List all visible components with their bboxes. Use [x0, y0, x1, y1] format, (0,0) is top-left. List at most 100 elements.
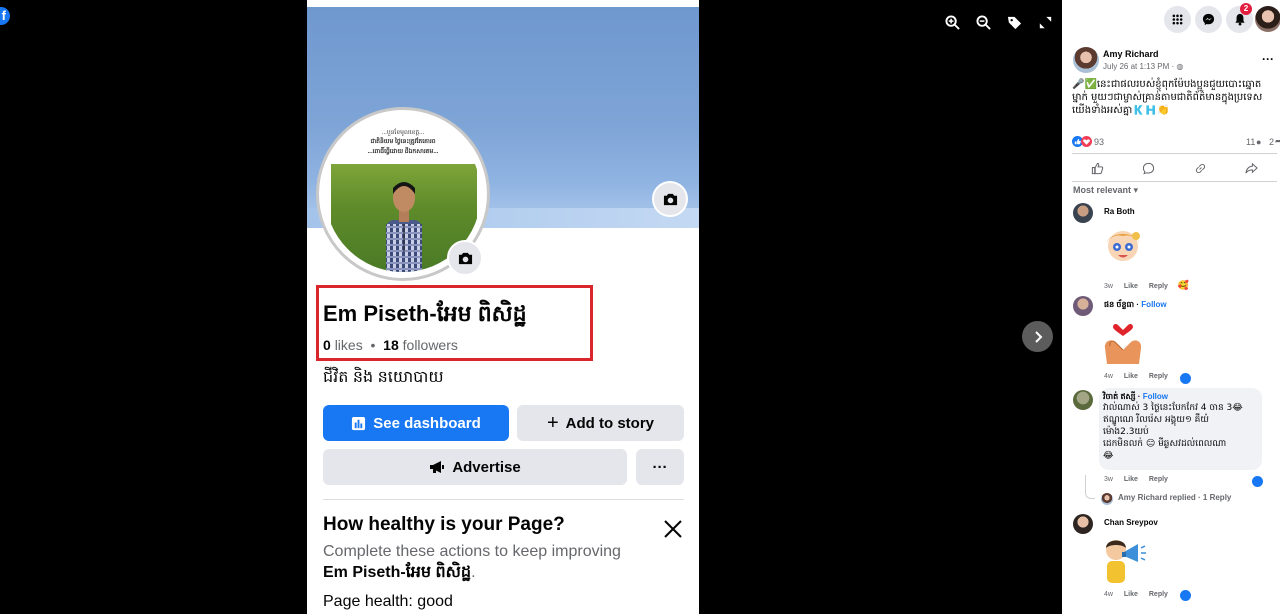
- comment-line: 😂: [1103, 451, 1114, 461]
- advertise-button[interactable]: Advertise: [323, 449, 627, 485]
- comment-like-button[interactable]: Like: [1124, 373, 1138, 380]
- author-avatar[interactable]: [1073, 47, 1099, 73]
- comment-text: វាល់ណាស់ 3 ថ្ងៃនេះបែកកែវ 4 ចាន 3😂 ឥណ្ឌូណ…: [1103, 402, 1261, 462]
- fullscreen-icon[interactable]: [1036, 13, 1055, 32]
- followers-label: followers: [402, 337, 458, 353]
- add-to-story-button[interactable]: + Add to story: [517, 405, 684, 441]
- megaphone-sticker-icon: [1106, 540, 1146, 583]
- health-title: How healthy is your Page?: [323, 514, 565, 535]
- name-separator: ·: [1137, 392, 1141, 401]
- sort-label: Most relevant: [1073, 185, 1132, 195]
- commenter-name[interactable]: Ra Both: [1104, 207, 1135, 216]
- comment-count[interactable]: 11: [1246, 137, 1255, 147]
- follow-button[interactable]: Follow: [1143, 392, 1168, 401]
- love-reaction-icon[interactable]: [1081, 136, 1092, 149]
- commenter-avatar[interactable]: [1073, 514, 1093, 534]
- comment-line: ឥណ្ឌូណេ រីលរ៉េស អង្គុយ១ គឹយ៉: [1103, 415, 1209, 425]
- like-reaction-icon: [1180, 373, 1191, 384]
- comment-reply-button[interactable]: Reply: [1149, 476, 1168, 483]
- more-options-button[interactable]: ···: [636, 449, 684, 485]
- top-bar: 2: [1062, 0, 1280, 40]
- comment-meta: 3w Like Reply: [1104, 476, 1168, 483]
- comment-like-button[interactable]: Like: [1124, 476, 1138, 483]
- tag-icon[interactable]: [1005, 13, 1024, 32]
- messenger-icon: [1202, 13, 1215, 26]
- megaphone-icon: [430, 461, 445, 473]
- comment-line: ម៉ោង2.3យប់: [1103, 427, 1149, 437]
- like-reaction-icon: [1252, 476, 1263, 487]
- see-dashboard-button[interactable]: See dashboard: [323, 405, 509, 441]
- like-button-icon[interactable]: [1091, 162, 1104, 175]
- profile-pic-caption-1: ...បួនខែមូលខេត្ត...: [381, 130, 425, 136]
- commenter-avatar[interactable]: [1073, 390, 1093, 410]
- reply-thread-line: [1085, 475, 1095, 499]
- menu-grid-button[interactable]: [1164, 6, 1191, 33]
- follow-button[interactable]: Follow: [1141, 300, 1166, 309]
- comment-time[interactable]: 4w: [1104, 591, 1113, 598]
- reaction-summary: 93 11 ● 2 ➦: [1072, 136, 1280, 150]
- copy-link-icon[interactable]: [1194, 162, 1207, 175]
- camera-icon: [663, 193, 677, 205]
- viewer-toolbar: [943, 13, 1055, 32]
- account-avatar[interactable]: [1255, 6, 1280, 32]
- comment-reply-button[interactable]: Reply: [1149, 283, 1168, 290]
- see-dashboard-label: See dashboard: [373, 414, 481, 432]
- page-title: Em Piseth-អែម ពិសិដ្ឋ: [323, 301, 527, 326]
- comment-time[interactable]: 4w: [1104, 373, 1113, 380]
- post-author[interactable]: Amy Richard: [1103, 49, 1159, 59]
- reaction-count[interactable]: 93: [1094, 137, 1104, 147]
- profile-camera-button[interactable]: [447, 240, 483, 276]
- commenter-name-text[interactable]: វិចាត់ ឥស្សី: [1103, 392, 1136, 401]
- add-to-story-label: Add to story: [565, 414, 655, 432]
- post-details-panel: 2 Amy Richard July 26 at 1:13 PM · ◍ ···…: [1062, 0, 1280, 614]
- heart-hands-sticker-icon: [1104, 323, 1142, 364]
- camera-icon: [458, 252, 472, 264]
- comment-meta: 4w Like Reply: [1104, 373, 1168, 380]
- section-divider: [323, 499, 684, 500]
- notification-badge: 2: [1240, 3, 1252, 15]
- comment-time[interactable]: 3w: [1104, 283, 1113, 290]
- commenter-avatar[interactable]: [1073, 296, 1093, 316]
- share-button-icon[interactable]: [1245, 162, 1258, 175]
- next-photo-button[interactable]: [1022, 321, 1053, 352]
- followers-count: 18: [383, 337, 399, 353]
- comment-time[interactable]: 3w: [1104, 476, 1113, 483]
- profile-pic-caption-3: ...ពោធិ៍ធ្វើដោយ ដីឯកសារគម...: [367, 149, 439, 155]
- like-reaction-icon: [1180, 590, 1191, 601]
- close-icon[interactable]: [662, 518, 684, 540]
- name-separator: ·: [1136, 300, 1140, 309]
- page-stats: 0 likes • 18 followers: [323, 337, 458, 353]
- share-icon: ➦: [1275, 136, 1280, 146]
- comment-meta: 4w Like Reply: [1104, 591, 1168, 598]
- zoom-in-icon[interactable]: [943, 13, 962, 32]
- comment-reply-button[interactable]: Reply: [1149, 373, 1168, 380]
- chevron-right-icon: [1034, 330, 1042, 343]
- post-actions: [1072, 157, 1277, 179]
- facebook-logo-icon[interactable]: f: [0, 7, 10, 25]
- replier-avatar: [1101, 493, 1113, 505]
- globe-icon: ◍: [1176, 62, 1184, 71]
- photo-viewer: f ...បួនខែមូលខេត្ត... ជាតិនិយម ថ្ងៃនេះត្…: [0, 0, 1062, 614]
- post-options-icon[interactable]: ···: [1262, 52, 1274, 66]
- health-status: Page health: good: [323, 593, 453, 610]
- cover-camera-button[interactable]: [652, 181, 688, 217]
- comment-button-icon[interactable]: [1142, 162, 1155, 175]
- divider-bottom: [1072, 181, 1277, 182]
- commenter-name-text[interactable]: ផន ច័ន្ទធា: [1104, 300, 1134, 309]
- zoom-out-icon[interactable]: [974, 13, 993, 32]
- caret-down-icon: ▾: [1133, 185, 1139, 195]
- health-description: Complete these actions to keep improving…: [323, 541, 653, 583]
- messenger-button[interactable]: [1195, 6, 1222, 33]
- comment-reply-button[interactable]: Reply: [1149, 591, 1168, 598]
- share-count[interactable]: 2: [1269, 137, 1274, 147]
- likes-count: 0: [323, 337, 331, 353]
- post-timestamp[interactable]: July 26 at 1:13 PM · ◍: [1103, 62, 1183, 71]
- comment-sort[interactable]: Most relevant ▾: [1073, 185, 1138, 196]
- health-desc-name: Em Piseth-អែម ពិសិដ្ឋ: [323, 564, 472, 581]
- view-replies-link[interactable]: Amy Richard replied · 1 Reply: [1118, 493, 1231, 502]
- commenter-avatar[interactable]: [1073, 203, 1093, 223]
- commenter-name[interactable]: Chan Sreypov: [1104, 518, 1158, 527]
- dashboard-icon: [352, 416, 366, 430]
- comment-like-button[interactable]: Like: [1124, 591, 1138, 598]
- comment-like-button[interactable]: Like: [1124, 283, 1138, 290]
